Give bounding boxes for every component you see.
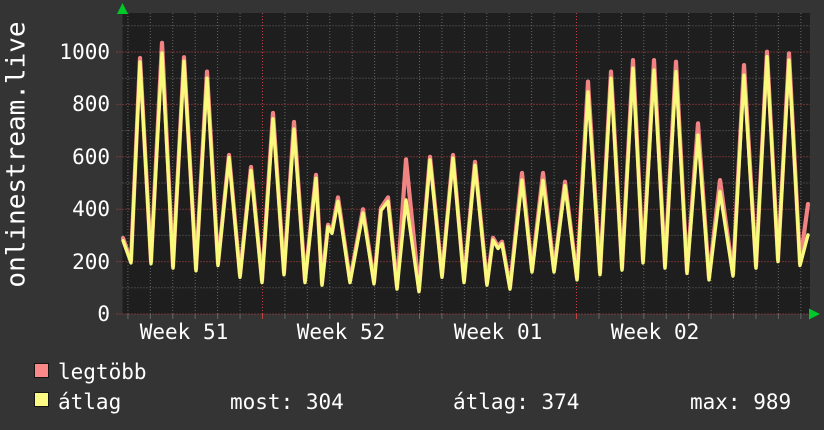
stat-most: most: 304 bbox=[230, 390, 344, 414]
legend-swatch-atlag bbox=[34, 392, 49, 407]
y-axis-tick-label: 200 bbox=[72, 250, 110, 274]
y-axis-tick-label: 400 bbox=[72, 197, 110, 221]
legend-label-atlag: átlag bbox=[58, 390, 122, 414]
x-axis-week-label: Week 52 bbox=[296, 320, 386, 344]
x-axis-week-label: Week 51 bbox=[139, 320, 229, 344]
legend-label-legtobb: legtöbb bbox=[58, 360, 147, 384]
x-axis-week-label: Week 01 bbox=[453, 320, 543, 344]
x-axis-week-label: Week 02 bbox=[610, 320, 700, 344]
legend-swatch-legtobb bbox=[34, 363, 49, 378]
y-axis-tick-label: 800 bbox=[72, 92, 110, 116]
stat-atlag: átlag: 374 bbox=[453, 390, 580, 414]
y-axis-arrow-icon bbox=[117, 3, 128, 14]
rrdtool-graph: { "vertical_label": "onlinestream.live",… bbox=[0, 0, 824, 430]
y-axis-tick-label: 1000 bbox=[59, 40, 110, 64]
y-axis-tick-label: 600 bbox=[72, 145, 110, 169]
stat-max: max: 989 bbox=[690, 390, 792, 414]
x-axis-arrow-icon bbox=[809, 308, 820, 320]
y-axis-tick-label: 0 bbox=[97, 302, 110, 326]
